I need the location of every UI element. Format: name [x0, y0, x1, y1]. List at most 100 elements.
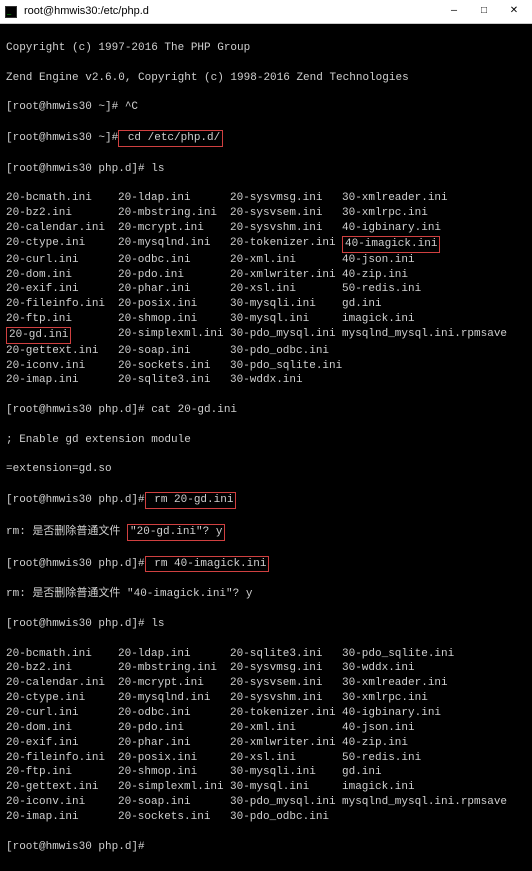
ls-cell: 40-igbinary.ini [342, 706, 526, 721]
ls-cell: 30-wddx.ini [342, 661, 526, 676]
ls-cell: 20-mysqlnd.ini [118, 236, 230, 253]
ls-row: 20-curl.ini20-odbc.ini20-tokenizer.ini40… [6, 706, 526, 721]
ls-cell: 20-mbstring.ini [118, 661, 230, 676]
ls-cell: 20-ftp.ini [6, 312, 118, 327]
prompt-line: [root@hmwis30 php.d]# rm 40-imagick.ini [6, 556, 526, 573]
ls-cell: mysqlnd_mysql.ini.rpmsave [342, 327, 526, 344]
ls-cell: 20-soap.ini [118, 795, 230, 810]
ls-row: 20-curl.ini20-odbc.ini20-xml.ini40-json.… [6, 253, 526, 268]
ls-cell: 20-sockets.ini [118, 810, 230, 825]
ls-cell: 20-xml.ini [230, 721, 342, 736]
ls-cell: 20-calendar.ini [6, 676, 118, 691]
ls-cell: 30-mysqli.ini [230, 765, 342, 780]
terminal-body[interactable]: Copyright (c) 1997-2016 The PHP Group Ze… [0, 24, 532, 871]
prompt-line: [root@hmwis30 ~]# ^C [6, 100, 526, 115]
ls-row: 20-dom.ini20-pdo.ini20-xmlwriter.ini40-z… [6, 268, 526, 283]
ls-row: 20-bcmath.ini20-ldap.ini20-sqlite3.ini30… [6, 647, 526, 662]
ls-cell: 20-mbstring.ini [118, 206, 230, 221]
ls-cell: 20-imap.ini [6, 373, 118, 388]
ls-cell: 20-shmop.ini [118, 312, 230, 327]
ls-cell: 20-tokenizer.ini [230, 236, 342, 253]
terminal-icon: _ [4, 5, 18, 19]
minimize-button[interactable]: — [440, 2, 468, 22]
ls-cell: 20-xsl.ini [230, 751, 342, 766]
ls-cell: 20-fileinfo.ini [6, 751, 118, 766]
ls-cell: 30-pdo_odbc.ini [230, 810, 342, 825]
ls-row: 20-ftp.ini20-shmop.ini30-mysqli.inigd.in… [6, 765, 526, 780]
ls-output: 20-bcmath.ini20-ldap.ini20-sqlite3.ini30… [6, 647, 526, 825]
ls-cell: 50-redis.ini [342, 751, 526, 766]
ls-cell: 20-exif.ini [6, 736, 118, 751]
ls-cell: imagick.ini [342, 780, 526, 795]
prompt-line: [root@hmwis30 php.d]# ls [6, 162, 526, 177]
ls-cell: 20-xsl.ini [230, 282, 342, 297]
ls-row: 20-calendar.ini20-mcrypt.ini20-sysvshm.i… [6, 221, 526, 236]
ls-cell: 50-redis.ini [342, 282, 526, 297]
ls-row: 20-fileinfo.ini20-posix.ini20-xsl.ini50-… [6, 751, 526, 766]
ls-cell: 20-ctype.ini [6, 691, 118, 706]
ls-cell: 40-igbinary.ini [342, 221, 526, 236]
ls-row: 20-exif.ini20-phar.ini20-xsl.ini50-redis… [6, 282, 526, 297]
ls-cell: 20-tokenizer.ini [230, 706, 342, 721]
ls-cell: 30-mysqli.ini [230, 297, 342, 312]
window-titlebar: _ root@hmwis30:/etc/php.d — □ ✕ [0, 0, 532, 24]
ls-cell: 20-shmop.ini [118, 765, 230, 780]
ls-cell: 20-bcmath.ini [6, 191, 118, 206]
ls-cell: 20-pdo.ini [118, 268, 230, 283]
ls-cell: 20-mysqlnd.ini [118, 691, 230, 706]
ls-cell: 30-mysql.ini [230, 780, 342, 795]
ls-cell: 20-odbc.ini [118, 253, 230, 268]
ls-cell: 20-simplexml.ini [118, 327, 230, 344]
ls-cell: 20-mcrypt.ini [118, 221, 230, 236]
highlighted-command: rm 40-imagick.ini [145, 556, 270, 573]
highlighted-command: rm 20-gd.ini [145, 492, 237, 509]
output-line: ; Enable gd extension module [6, 433, 526, 448]
prompt-line: [root@hmwis30 ~]# cd /etc/php.d/ [6, 130, 526, 147]
ls-cell [342, 359, 526, 374]
ls-cell: 30-xmlreader.ini [342, 191, 526, 206]
ls-cell: gd.ini [342, 765, 526, 780]
highlighted-file: 40-imagick.ini [342, 236, 440, 253]
ls-cell: 20-mcrypt.ini [118, 676, 230, 691]
ls-row: 20-imap.ini20-sockets.ini30-pdo_odbc.ini [6, 810, 526, 825]
ls-cell: 20-simplexml.ini [118, 780, 230, 795]
ls-row: 20-dom.ini20-pdo.ini20-xml.ini40-json.in… [6, 721, 526, 736]
copyright-line: Copyright (c) 1997-2016 The PHP Group [6, 41, 526, 56]
ls-cell: imagick.ini [342, 312, 526, 327]
ls-cell: 20-ftp.ini [6, 765, 118, 780]
ls-cell: 20-phar.ini [118, 282, 230, 297]
ls-cell: 20-gd.ini [6, 327, 118, 344]
ls-cell: 20-soap.ini [118, 344, 230, 359]
ls-row: 20-bz2.ini20-mbstring.ini20-sysvmsg.ini3… [6, 661, 526, 676]
ls-row: 20-bz2.ini20-mbstring.ini20-sysvsem.ini3… [6, 206, 526, 221]
ls-cell: 40-zip.ini [342, 268, 526, 283]
prompt-line: [root@hmwis30 php.d]# cat 20-gd.ini [6, 403, 526, 418]
ls-cell: 20-bz2.ini [6, 206, 118, 221]
ls-cell: 20-xmlwriter.ini [230, 736, 342, 751]
ls-row: 20-bcmath.ini20-ldap.ini20-sysvmsg.ini30… [6, 191, 526, 206]
output-line: rm: 是否删除普通文件 "20-gd.ini"? y [6, 524, 526, 541]
ls-cell: 20-posix.ini [118, 751, 230, 766]
maximize-button[interactable]: □ [470, 2, 498, 22]
ls-cell: 20-phar.ini [118, 736, 230, 751]
ls-cell: 20-sockets.ini [118, 359, 230, 374]
ls-cell: 40-zip.ini [342, 736, 526, 751]
ls-cell: 20-dom.ini [6, 268, 118, 283]
ls-row: 20-iconv.ini20-sockets.ini30-pdo_sqlite.… [6, 359, 526, 374]
ls-cell: 30-xmlrpc.ini [342, 206, 526, 221]
ls-cell: 20-imap.ini [6, 810, 118, 825]
ls-row: 20-calendar.ini20-mcrypt.ini20-sysvsem.i… [6, 676, 526, 691]
window-title: root@hmwis30:/etc/php.d [24, 4, 440, 19]
window-controls: — □ ✕ [440, 2, 528, 22]
highlighted-command: cd /etc/php.d/ [118, 130, 223, 147]
ls-cell: 30-mysql.ini [230, 312, 342, 327]
ls-row: 20-gettext.ini20-soap.ini30-pdo_odbc.ini [6, 344, 526, 359]
ls-cell: 30-pdo_sqlite.ini [342, 647, 526, 662]
ls-cell: 20-iconv.ini [6, 795, 118, 810]
ls-cell: 20-sqlite3.ini [230, 647, 342, 662]
ls-cell: 30-wddx.ini [230, 373, 342, 388]
ls-cell: 20-sysvshm.ini [230, 221, 342, 236]
ls-cell: 20-bcmath.ini [6, 647, 118, 662]
ls-cell: 20-odbc.ini [118, 706, 230, 721]
close-button[interactable]: ✕ [500, 2, 528, 22]
